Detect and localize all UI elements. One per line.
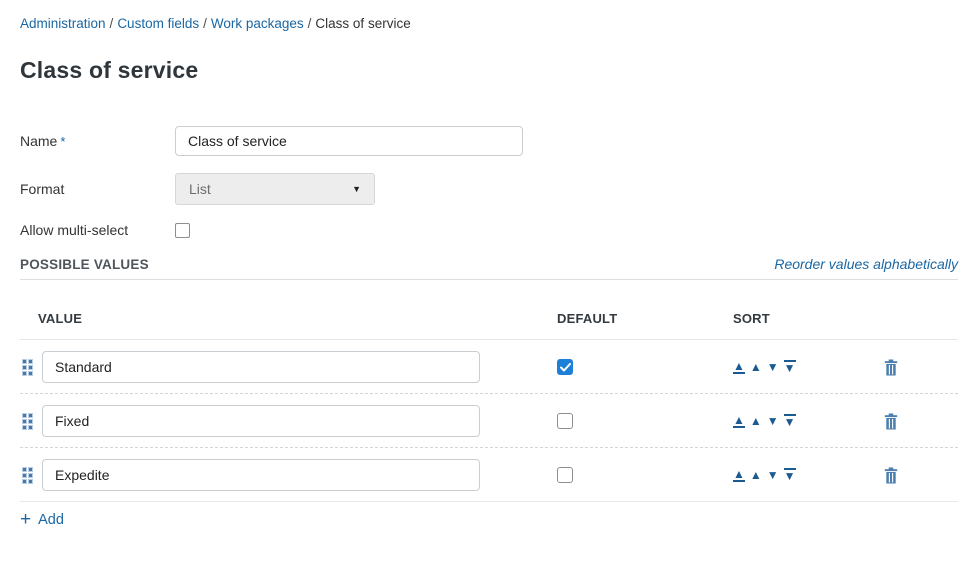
trash-icon [884,359,898,376]
sort-to-top-button[interactable]: ▲ [733,468,745,482]
sort-to-bottom-button[interactable]: ▼ [784,414,796,428]
value-cell [20,351,537,383]
breadcrumb: Administration/Custom fields/Work packag… [20,0,958,31]
sort-up-button[interactable]: ▲ [750,361,762,373]
value-input[interactable] [42,351,480,383]
possible-values-title: POSSIBLE VALUES [20,257,149,272]
page-container: Administration/Custom fields/Work packag… [0,0,977,528]
sort-controls: ▲ ▲ ▼ ▼ [733,468,801,482]
add-label: Add [38,512,64,528]
name-label-text: Name [20,133,57,149]
drag-handle-icon[interactable] [23,414,32,429]
breadcrumb-separator: / [304,16,316,31]
multi-select-label: Allow multi-select [20,222,175,238]
format-select[interactable]: List ▼ [175,173,375,205]
possible-values-table: VALUE DEFAULT SORT ▲ ▲ ▼ ▼ [20,311,958,528]
value-cell [20,459,537,491]
sort-to-bottom-button[interactable]: ▼ [784,468,796,482]
sort-controls: ▲ ▲ ▼ ▼ [733,414,801,428]
name-label: Name* [20,133,175,149]
table-row: ▲ ▲ ▼ ▼ [20,340,958,394]
page-title: Class of service [20,57,958,84]
sort-cell: ▲ ▲ ▼ ▼ [713,413,958,430]
breadcrumb-link-administration[interactable]: Administration [20,16,106,31]
drag-handle-icon[interactable] [23,468,32,483]
sort-down-button[interactable]: ▼ [767,469,779,481]
reorder-alphabetically-link[interactable]: Reorder values alphabetically [774,256,958,272]
column-header-value: VALUE [20,311,537,326]
sort-down-button[interactable]: ▼ [767,415,779,427]
delete-value-button[interactable] [884,467,898,484]
drag-handle-icon[interactable] [23,360,32,375]
sort-down-button[interactable]: ▼ [767,361,779,373]
column-header-sort: SORT [713,311,958,326]
possible-values-header: POSSIBLE VALUES Reorder values alphabeti… [20,256,958,280]
breadcrumb-separator: / [106,16,118,31]
delete-value-button[interactable] [884,413,898,430]
breadcrumb-link-custom-fields[interactable]: Custom fields [117,16,199,31]
checkmark-icon [560,363,571,372]
sort-to-top-button[interactable]: ▲ [733,360,745,374]
breadcrumb-separator: / [199,16,211,31]
sort-controls: ▲ ▲ ▼ ▼ [733,360,801,374]
table-rows: ▲ ▲ ▼ ▼ [20,340,958,502]
value-input[interactable] [42,459,480,491]
column-header-default: DEFAULT [537,311,713,326]
format-form-row: Format List ▼ [20,173,958,205]
value-input[interactable] [42,405,480,437]
table-row: ▲ ▲ ▼ ▼ [20,394,958,448]
default-checkbox[interactable] [557,413,573,429]
table-header-row: VALUE DEFAULT SORT [20,311,958,340]
name-input[interactable] [175,126,523,156]
value-cell [20,405,537,437]
chevron-down-icon: ▼ [352,184,361,194]
trash-icon [884,413,898,430]
custom-field-form: Name* Format List ▼ Allow multi-select [20,126,958,238]
sort-up-button[interactable]: ▲ [750,469,762,481]
sort-to-bottom-button[interactable]: ▼ [784,360,796,374]
multi-select-form-row: Allow multi-select [20,222,958,238]
sort-to-top-button[interactable]: ▲ [733,414,745,428]
breadcrumb-current: Class of service [315,16,410,31]
multi-select-checkbox[interactable] [175,223,190,238]
sort-cell: ▲ ▲ ▼ ▼ [713,359,958,376]
add-row: + Add [20,502,958,528]
add-value-button[interactable]: + Add [20,512,64,528]
format-label: Format [20,181,175,197]
sort-cell: ▲ ▲ ▼ ▼ [713,467,958,484]
required-marker: * [60,134,65,149]
delete-value-button[interactable] [884,359,898,376]
table-row: ▲ ▲ ▼ ▼ [20,448,958,502]
default-checkbox[interactable] [557,359,573,375]
format-select-value: List [189,181,211,197]
default-cell [537,467,713,483]
default-checkbox[interactable] [557,467,573,483]
breadcrumb-link-work-packages[interactable]: Work packages [211,16,304,31]
sort-up-button[interactable]: ▲ [750,415,762,427]
trash-icon [884,467,898,484]
default-cell [537,359,713,375]
default-cell [537,413,713,429]
name-form-row: Name* [20,126,958,156]
plus-icon: + [20,513,31,527]
